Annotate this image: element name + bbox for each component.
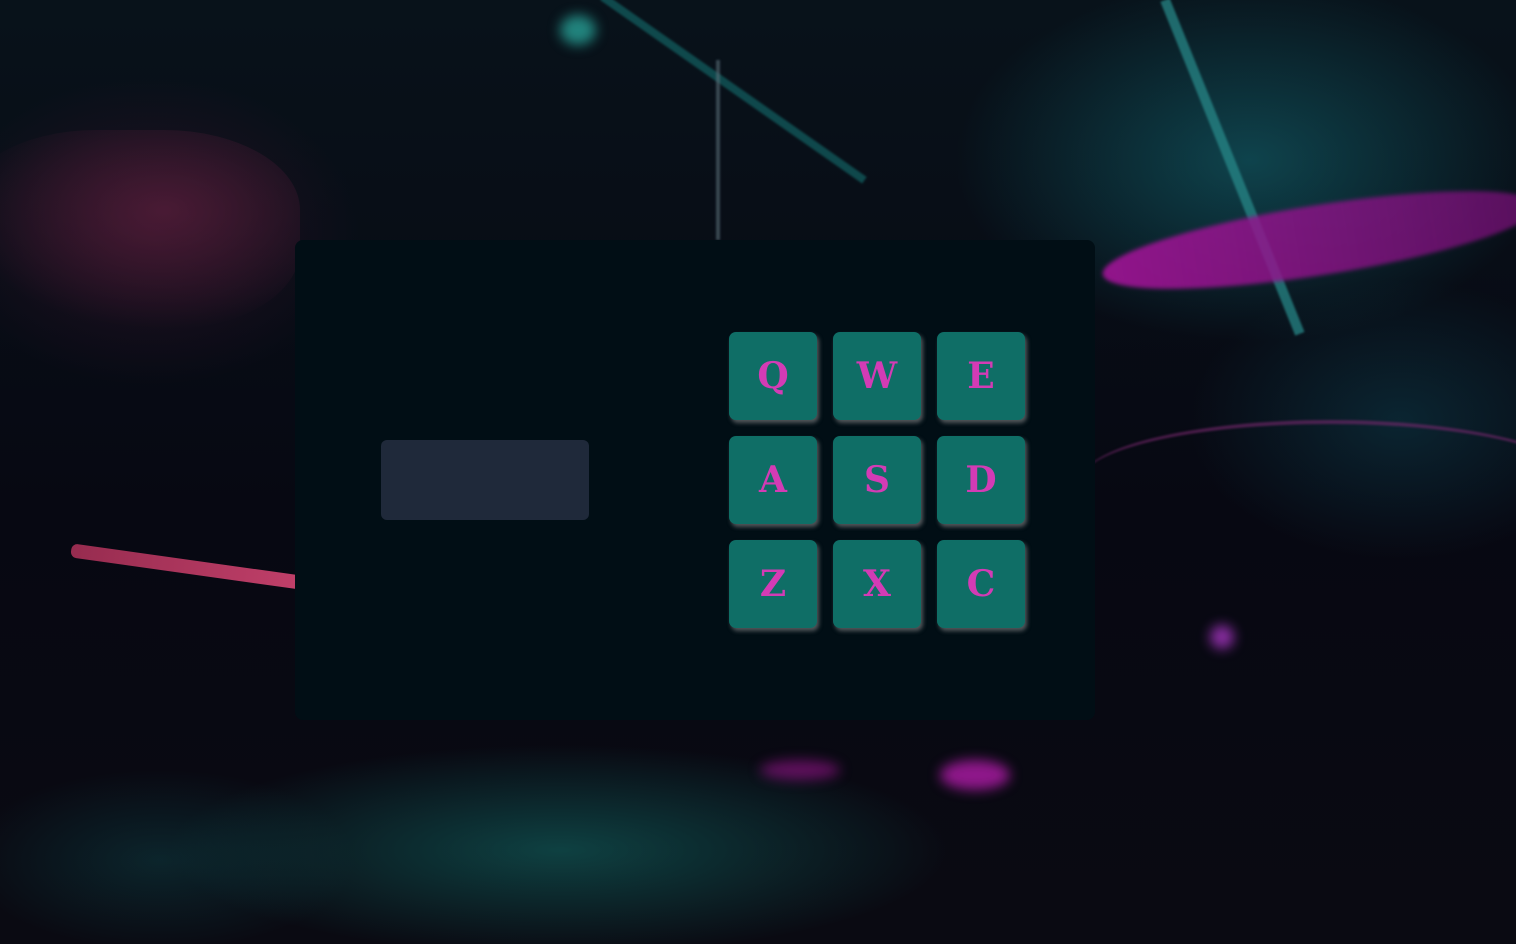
- drum-pad-e[interactable]: E: [937, 332, 1025, 420]
- drum-pad-c[interactable]: C: [937, 540, 1025, 628]
- drummer-arm: [0, 130, 300, 330]
- drum-pad-s[interactable]: S: [833, 436, 921, 524]
- stage-light: [1210, 625, 1234, 649]
- drum-pad-q[interactable]: Q: [729, 332, 817, 420]
- pad-grid: Q W E A S D Z X C: [729, 332, 1025, 628]
- drum-pad-w[interactable]: W: [833, 332, 921, 420]
- drum-pad-z[interactable]: Z: [729, 540, 817, 628]
- stage-light: [560, 15, 596, 45]
- cymbal: [1097, 171, 1516, 309]
- stage-light: [760, 760, 840, 780]
- drum-pad-x[interactable]: X: [833, 540, 921, 628]
- stage-light: [940, 760, 1010, 790]
- mic-stand: [716, 60, 720, 240]
- drumstick: [70, 543, 310, 591]
- drum-pad-d[interactable]: D: [937, 436, 1025, 524]
- drum-pad-a[interactable]: A: [729, 436, 817, 524]
- drum-machine: Q W E A S D Z X C: [295, 240, 1095, 720]
- drum-rim: [1080, 420, 1516, 544]
- mic-boom: [600, 0, 867, 184]
- display-readout: [381, 440, 589, 520]
